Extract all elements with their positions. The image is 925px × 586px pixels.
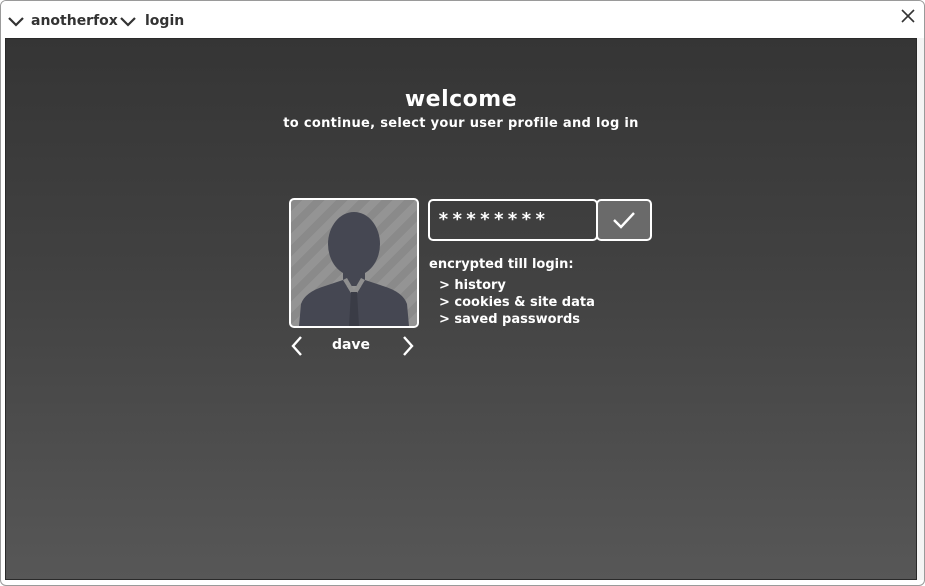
chevron-left-icon[interactable] <box>289 335 305 357</box>
page-subtitle: to continue, select your user profile an… <box>283 116 639 131</box>
title-bar: anotherfox login <box>1 1 924 37</box>
chevron-right-icon[interactable] <box>400 335 416 357</box>
checkmark-icon <box>613 212 635 229</box>
login-panel: welcome to continue, select your user pr… <box>5 38 917 580</box>
list-item: > history <box>439 278 506 293</box>
encrypted-title: encrypted till login: <box>429 257 574 272</box>
login-submit-button[interactable] <box>596 199 652 241</box>
list-item: > cookies & site data <box>439 295 595 310</box>
password-field[interactable]: ******** <box>428 199 598 241</box>
browser-window: anotherfox login welcome to continue, se… <box>0 0 925 586</box>
page-title: welcome <box>404 87 518 112</box>
chevron-down-icon <box>8 17 24 27</box>
app-menu-label: anotherfox <box>31 13 118 29</box>
user-silhouette-icon <box>299 212 409 326</box>
profile-username: dave <box>331 337 371 353</box>
chevron-down-icon <box>120 17 136 27</box>
page-menu-label: login <box>145 13 185 29</box>
profile-avatar[interactable] <box>289 198 419 328</box>
list-item: > saved passwords <box>439 312 581 327</box>
app-menu[interactable]: anotherfox <box>7 11 118 31</box>
encrypted-list: > history > cookies & site data > saved … <box>439 277 595 328</box>
page-menu[interactable]: login <box>119 11 184 31</box>
close-icon[interactable] <box>900 8 916 24</box>
